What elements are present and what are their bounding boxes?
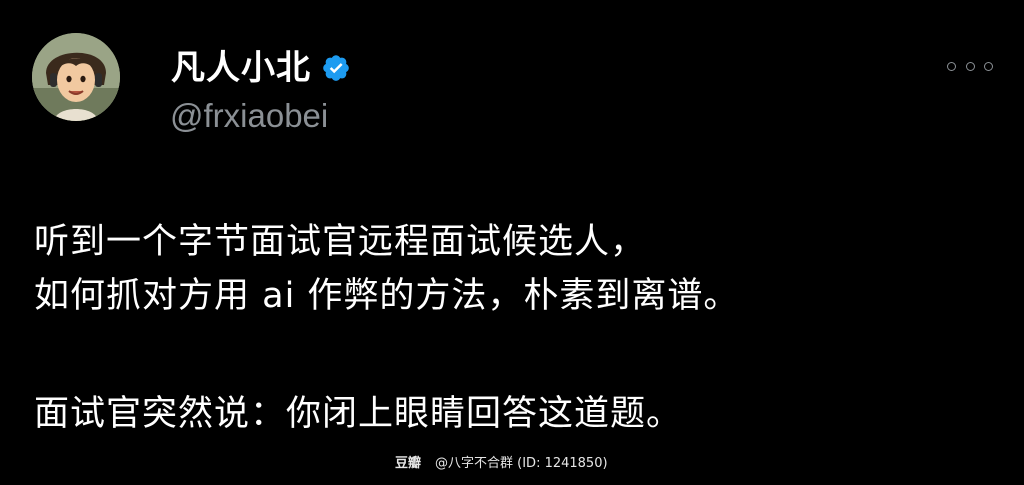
watermark-brand: 豆瓣 xyxy=(395,456,422,471)
author-display-name[interactable]: 凡人小北 xyxy=(171,46,311,90)
avatar-image xyxy=(32,33,120,121)
author-name-row: 凡人小北 xyxy=(171,46,351,90)
author-handle[interactable]: @frxiaobei xyxy=(170,96,328,136)
watermark: 豆瓣 @八字不合群 (ID: 1241850) xyxy=(395,455,608,473)
post-text-line: 面试官突然说：你闭上眼睛回答这道题。 xyxy=(34,394,683,434)
post-text: 听到一个字节面试官远程面试候选人， 如何抓对方用 ai 作弊的方法，朴素到离谱。… xyxy=(34,215,994,441)
avatar[interactable] xyxy=(32,33,120,121)
more-horizontal-icon xyxy=(984,61,993,71)
post-card: 凡人小北 @frxiaobei 听到一个字节面试官远程面试候选人， 如何抓对方用… xyxy=(0,0,1024,485)
watermark-text: @八字不合群 (ID: 1241850) xyxy=(435,456,608,471)
more-options-button[interactable] xyxy=(947,56,993,76)
post-text-line: 如何抓对方用 ai 作弊的方法，朴素到离谱。 xyxy=(34,276,740,316)
verified-badge-icon xyxy=(321,53,351,83)
more-horizontal-icon xyxy=(947,61,956,71)
post-text-line: 听到一个字节面试官远程面试候选人， xyxy=(34,222,647,262)
more-horizontal-icon xyxy=(965,61,975,71)
